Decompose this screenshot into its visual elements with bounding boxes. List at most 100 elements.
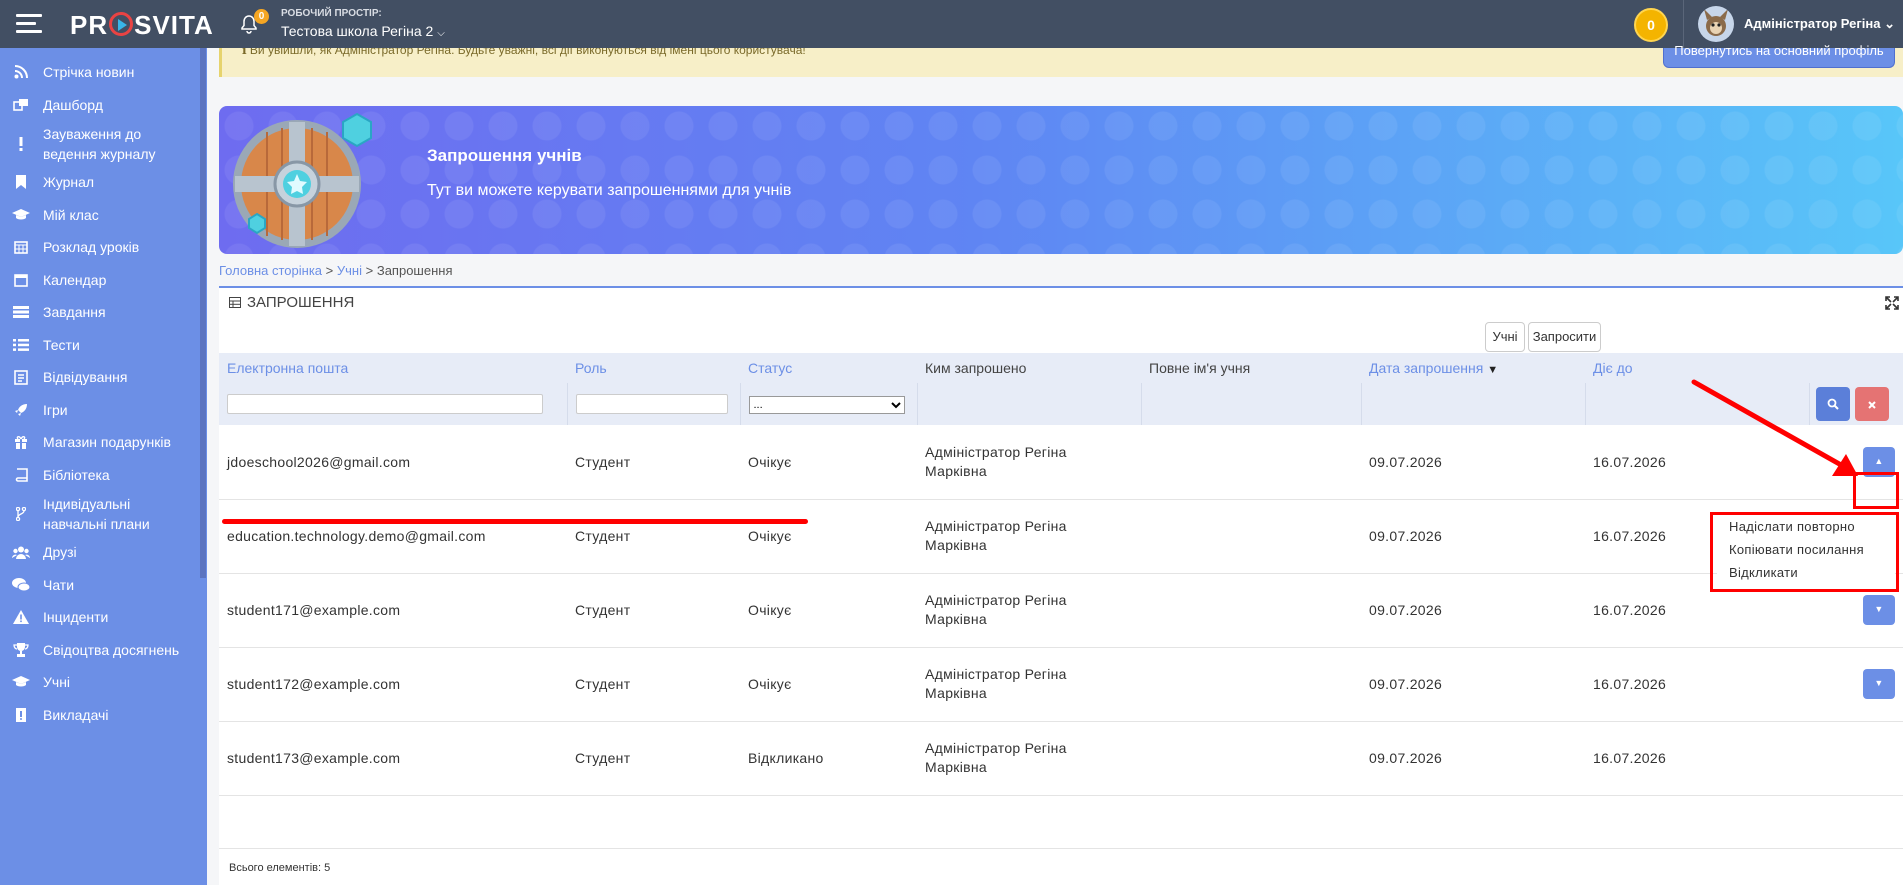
students-button[interactable]: Учні — [1485, 322, 1525, 352]
invite-date-cell: 09.07.2026 — [1361, 573, 1585, 648]
sidebar-item[interactable]: Календар — [0, 264, 207, 297]
email-cell: student172@example.com — [219, 647, 567, 722]
invite-date-cell: 09.07.2026 — [1361, 721, 1585, 796]
invite-date-cell: 09.07.2026 — [1361, 425, 1585, 500]
email-cell: education.technology.demo@gmail.com — [219, 499, 567, 574]
invited-by-line: Адміністратор Регіна — [925, 592, 1067, 608]
sidebar-item-label: Стрічка новин — [43, 64, 135, 81]
invite-button[interactable]: Запросити — [1528, 322, 1601, 352]
table-row: education.technology.demo@gmail.com Студе… — [219, 499, 1903, 574]
sidebar-item[interactable]: Друзі — [0, 536, 207, 569]
branch-icon — [12, 506, 30, 522]
breadcrumb-students-link[interactable]: Учні — [337, 263, 362, 278]
column-header-email[interactable]: Електронна пошта — [219, 353, 567, 383]
sidebar-item[interactable]: Зауваження до ведення журналу — [0, 121, 207, 166]
sidebar-item[interactable]: Мій клас — [0, 199, 207, 232]
valid-until-cell: 16.07.2026 — [1585, 721, 1809, 796]
status-cell: Очікує — [740, 647, 917, 722]
user-menu[interactable]: Адміністратор Регіна ⌄ — [1683, 0, 1903, 48]
info-icon: ℹ — [242, 48, 250, 57]
status-filter-select[interactable]: ... — [748, 395, 905, 414]
full-name-cell — [1141, 647, 1361, 722]
sidebar-item[interactable]: Чати — [0, 569, 207, 602]
row-actions-dropdown-button[interactable]: ▼ — [1863, 595, 1895, 625]
sidebar-item[interactable]: Учні — [0, 666, 207, 699]
bookmark-icon — [12, 174, 30, 190]
panel-title: ЗАПРОШЕННЯ — [229, 294, 354, 311]
valid-until-cell: 16.07.2026 — [1585, 647, 1809, 722]
back-to-main-profile-button[interactable]: Повернутись на основний профіль — [1663, 44, 1895, 68]
sidebar-item-label: Викладачі — [43, 706, 109, 723]
chat-icon — [12, 577, 30, 593]
sort-desc-icon: ▼ — [1487, 364, 1499, 376]
notification-badge: 0 — [254, 9, 269, 24]
chevron-down-icon: ⌵ — [437, 28, 445, 39]
attendance-icon — [12, 369, 30, 385]
role-filter-input[interactable] — [575, 394, 729, 414]
gift-icon — [12, 434, 30, 450]
sidebar-item[interactable]: Журнал — [0, 166, 207, 199]
fullscreen-icon[interactable] — [1885, 296, 1899, 310]
sidebar-item[interactable]: Викладачі — [0, 699, 207, 732]
app-logo[interactable]: PR SVITA — [70, 10, 214, 41]
sidebar-item-label: Друзі — [43, 544, 77, 561]
annotation-box-menu — [1710, 512, 1899, 592]
sidebar-item[interactable]: Інциденти — [0, 601, 207, 634]
column-header-role[interactable]: Роль — [567, 353, 740, 383]
sidebar-item-label: Дашборд — [43, 96, 103, 113]
sidebar-item-label: Журнал — [43, 174, 95, 191]
list-icon — [12, 337, 30, 353]
sidebar-item-label: Індивідуальні навчальні плани — [43, 495, 150, 532]
invited-by-cell: Адміністратор Регіна Марківна — [917, 499, 1141, 574]
table-header-row: Електронна пошта Роль Статус Ким запроше… — [219, 353, 1903, 383]
sidebar-item[interactable]: Завдання — [0, 296, 207, 329]
sidebar-item[interactable]: Відвідування — [0, 361, 207, 394]
sidebar-item-label: Бібліотека — [43, 466, 110, 483]
annotation-underline — [222, 519, 808, 524]
full-name-cell — [1141, 499, 1361, 574]
column-header-status[interactable]: Статус — [740, 353, 917, 383]
coin-balance[interactable]: 0 — [1634, 8, 1668, 42]
sidebar-item[interactable]: Стрічка новин — [0, 56, 207, 89]
sidebar-item[interactable]: Індивідуальні навчальні плани — [0, 491, 207, 536]
sidebar-item[interactable]: Свідоцтва досягнень — [0, 634, 207, 667]
breadcrumb-home-link[interactable]: Головна сторінка — [219, 263, 322, 278]
graduation-cap-icon — [12, 207, 30, 223]
caret-down-icon: ▼ — [1874, 678, 1884, 688]
role-cell: Студент — [567, 573, 740, 648]
exclamation-icon — [12, 136, 30, 152]
rss-icon — [12, 64, 30, 80]
row-actions-dropdown-button[interactable]: ▼ — [1863, 669, 1895, 699]
trophy-icon — [12, 642, 30, 658]
sidebar-item[interactable]: Ігри — [0, 394, 207, 427]
teacher-icon — [12, 707, 30, 723]
sidebar-item[interactable]: Бібліотека — [0, 459, 207, 492]
invitations-table: Електронна пошта Роль Статус Ким запроше… — [219, 353, 1903, 796]
sidebar-item-label: Учні — [43, 674, 71, 691]
role-cell: Студент — [567, 647, 740, 722]
full-name-cell — [1141, 573, 1361, 648]
sidebar-item[interactable]: Тести — [0, 329, 207, 362]
breadcrumb: Головна сторінка > Учні > Запрошення — [219, 263, 453, 278]
role-cell: Студент — [567, 499, 740, 574]
invited-by-line: Марківна — [925, 759, 987, 775]
sidebar-item[interactable]: Магазин подарунків — [0, 426, 207, 459]
breadcrumb-current: Запрошення — [376, 263, 453, 278]
email-filter-input[interactable] — [227, 394, 543, 414]
invited-by-cell: Адміністратор Регіна Марківна — [917, 425, 1141, 500]
menu-icon[interactable] — [16, 14, 42, 34]
workspace-selector[interactable]: Тестова школа Регіна 2 ⌵ — [281, 23, 445, 39]
column-header-invite-date[interactable]: Дата запрошення ▼ — [1361, 353, 1585, 383]
sidebar-item-label: Інциденти — [43, 609, 109, 626]
sidebar-item-label: Зауваження до ведення журналу — [43, 125, 156, 162]
invited-by-line: Адміністратор Регіна — [925, 740, 1067, 756]
full-name-cell — [1141, 425, 1361, 500]
sidebar-item[interactable]: Дашборд — [0, 89, 207, 122]
sidebar-item[interactable]: Розклад уроків — [0, 231, 207, 264]
invited-by-line: Марківна — [925, 537, 987, 553]
invited-by-line: Адміністратор Регіна — [925, 443, 1067, 460]
table-icon — [229, 297, 241, 308]
page-subtitle: Тут ви можете керувати запрошеннями для … — [427, 182, 792, 199]
rocket-icon — [12, 402, 30, 418]
total-count: Всього елементів: 5 — [219, 848, 1903, 887]
